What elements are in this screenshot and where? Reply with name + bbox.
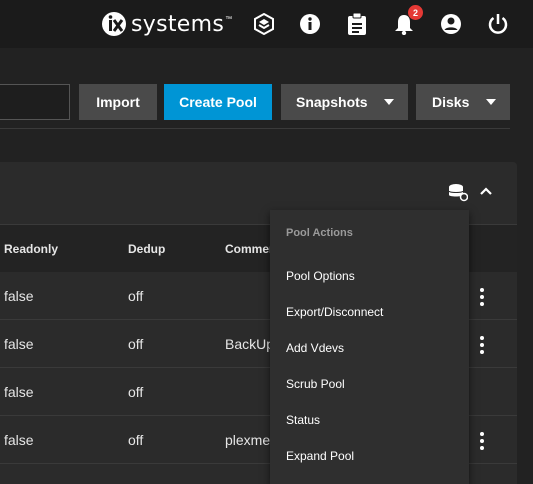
search-input[interactable]: [0, 84, 70, 120]
menu-item-scrub-pool[interactable]: Scrub Pool: [270, 366, 469, 402]
dedup-cell: off: [128, 384, 144, 400]
menu-item-label: Add Vdevs: [286, 341, 345, 355]
power-icon[interactable]: [486, 12, 510, 36]
menu-item-label: Expand Pool: [286, 449, 355, 463]
menu-item-pool-options[interactable]: Pool Options: [270, 258, 469, 294]
chevron-down-icon: [486, 99, 496, 105]
create-pool-button-label: Create Pool: [179, 94, 257, 110]
menu-item-expand-pool[interactable]: Expand Pool: [270, 438, 469, 474]
ixsystems-logo[interactable]: systems ™: [100, 10, 232, 38]
more-vert-icon[interactable]: [476, 334, 488, 356]
notification-badge: 2: [408, 5, 423, 20]
menu-item-status[interactable]: Status: [270, 402, 469, 438]
pool-actions-menu-header: Pool Actions: [286, 227, 353, 239]
menu-item-label: Pool Options: [286, 269, 355, 283]
truecommand-icon[interactable]: [252, 12, 276, 36]
pool-actions-menu: Pool Actions Pool Options Export/Disconn…: [270, 210, 469, 484]
comments-cell: BackUp: [225, 336, 275, 352]
dedup-cell: off: [128, 336, 144, 352]
info-icon[interactable]: [298, 12, 322, 36]
menu-item-label: Scrub Pool: [286, 377, 345, 391]
ix-logo-icon: [102, 12, 126, 36]
column-header-dedup[interactable]: Dedup: [128, 242, 165, 256]
dedup-cell: off: [128, 432, 144, 448]
import-button-label: Import: [96, 94, 140, 110]
snapshots-button-label: Snapshots: [296, 94, 368, 110]
menu-item-label: Status: [286, 413, 321, 427]
pool-actions-icon[interactable]: [448, 182, 469, 202]
dedup-cell: off: [128, 288, 144, 304]
top-bar: systems ™ 2: [0, 0, 533, 48]
readonly-cell: false: [4, 432, 34, 448]
clipboard-icon[interactable]: [345, 12, 369, 36]
import-button[interactable]: Import: [79, 84, 157, 120]
logo-trademark: ™: [225, 16, 233, 23]
disks-button[interactable]: Disks: [416, 84, 510, 120]
chevron-down-icon: [384, 99, 394, 105]
disks-button-label: Disks: [432, 94, 470, 110]
toolbar-divider: [0, 128, 510, 129]
snapshots-button[interactable]: Snapshots: [281, 84, 408, 120]
menu-item-add-vdevs[interactable]: Add Vdevs: [270, 330, 469, 366]
menu-item-label: Export/Disconnect: [286, 305, 384, 319]
more-vert-icon[interactable]: [476, 286, 488, 308]
collapse-chevron-up-icon[interactable]: [478, 183, 494, 199]
readonly-cell: false: [4, 384, 34, 400]
menu-item-export-disconnect[interactable]: Export/Disconnect: [270, 294, 469, 330]
account-icon[interactable]: [439, 12, 463, 36]
logo-wordmark: systems: [131, 11, 225, 37]
column-header-readonly[interactable]: Readonly: [4, 242, 58, 256]
column-header-comments[interactable]: Commer: [225, 242, 274, 256]
readonly-cell: false: [4, 288, 34, 304]
comments-cell: plexme: [225, 432, 271, 448]
readonly-cell: false: [4, 336, 34, 352]
more-vert-icon[interactable]: [476, 430, 488, 452]
create-pool-button[interactable]: Create Pool: [164, 84, 272, 120]
